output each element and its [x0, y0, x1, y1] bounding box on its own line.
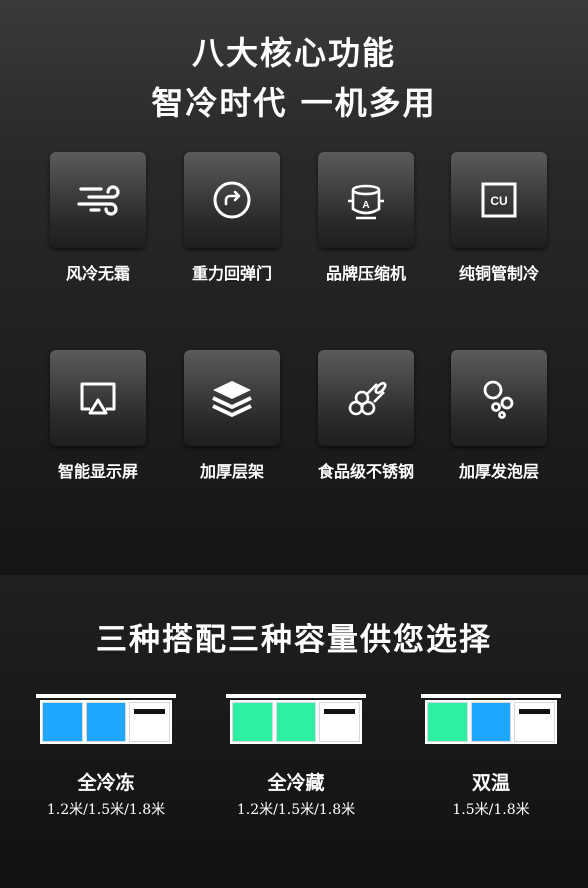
svg-text:A: A — [362, 200, 369, 211]
feature-rebound-door: 重力回弹门 — [182, 152, 282, 284]
feature-label: 食品级不锈钢 — [317, 462, 414, 481]
feature-label: 纯铜管制冷 — [458, 264, 539, 283]
feature-tile — [451, 350, 547, 446]
fridge-body — [40, 700, 172, 744]
fridge-body — [425, 700, 557, 744]
section-title: 三种搭配三种容量供您选择 — [96, 622, 492, 658]
feature-tile — [50, 350, 146, 446]
door-green — [427, 702, 468, 742]
feature-label: 风冷无霜 — [65, 264, 130, 283]
option-name: 全冷藏 — [267, 772, 325, 794]
feature-smart-display: 智能显示屏 — [48, 350, 148, 482]
door-green — [275, 702, 317, 742]
counter-top — [226, 694, 366, 698]
door-white — [514, 702, 556, 742]
door-green — [232, 702, 273, 742]
feature-label: 加厚发泡层 — [458, 462, 539, 481]
door-blue — [85, 702, 127, 742]
door-blue — [42, 702, 83, 742]
option-full-freeze: 全冷冻 1.2米/1.5米/1.8米 — [36, 694, 176, 819]
option-sizes: 1.2米/1.5米/1.8米 — [236, 802, 356, 818]
fridge-body — [230, 700, 362, 744]
door-blue — [470, 702, 512, 742]
copper-icon: CU — [481, 182, 517, 218]
feature-tile: CU — [451, 152, 547, 248]
option-full-chill: 全冷藏 1.2米/1.5米/1.8米 — [226, 694, 366, 819]
feature-food-grade-steel: 食品级不锈钢 — [316, 350, 416, 482]
layers-icon — [212, 381, 252, 417]
fridge-illustration — [36, 694, 176, 744]
feature-copper-tube: CU 纯铜管制冷 — [449, 152, 549, 284]
feature-label: 重力回弹门 — [191, 264, 272, 283]
page-subtitle: 智冷时代 一机多用 — [151, 84, 437, 122]
door-white — [129, 702, 171, 742]
foam-bubbles-icon — [483, 380, 514, 419]
counter-top — [36, 694, 176, 698]
option-name: 双温 — [471, 772, 510, 794]
door-handle — [134, 709, 166, 714]
option-name: 全冷冻 — [77, 772, 135, 794]
feature-thick-shelf: 加厚层架 — [182, 350, 282, 482]
page-title: 八大核心功能 — [191, 34, 396, 72]
feature-thick-foam: 加厚发泡层 — [449, 350, 549, 482]
rebound-door-icon — [213, 181, 251, 219]
feature-wind-no-frost: 风冷无霜 — [48, 152, 148, 284]
feature-label: 品牌压缩机 — [325, 264, 406, 283]
display-icon — [80, 382, 116, 415]
door-handle — [519, 709, 551, 714]
fridge-illustration — [421, 694, 561, 744]
compressor-icon: A — [348, 184, 384, 220]
feature-tile — [318, 350, 414, 446]
svg-text:CU: CU — [490, 194, 507, 208]
feature-tile — [184, 350, 280, 446]
option-dual-temp: 双温 1.5米/1.8米 — [421, 694, 561, 819]
feature-tile — [50, 152, 146, 248]
door-white — [319, 702, 361, 742]
option-sizes: 1.2米/1.5米/1.8米 — [46, 802, 166, 818]
feature-tile — [184, 152, 280, 248]
steel-pipes-icon — [348, 381, 387, 416]
counter-top — [421, 694, 561, 698]
option-sizes: 1.5米/1.8米 — [452, 802, 530, 818]
wind-icon — [77, 185, 120, 216]
feature-compressor: A 品牌压缩机 — [316, 152, 416, 284]
fridge-illustration — [226, 694, 366, 744]
door-handle — [324, 709, 356, 714]
feature-label: 智能显示屏 — [57, 462, 138, 481]
feature-tile: A — [318, 152, 414, 248]
feature-label: 加厚层架 — [199, 462, 264, 481]
